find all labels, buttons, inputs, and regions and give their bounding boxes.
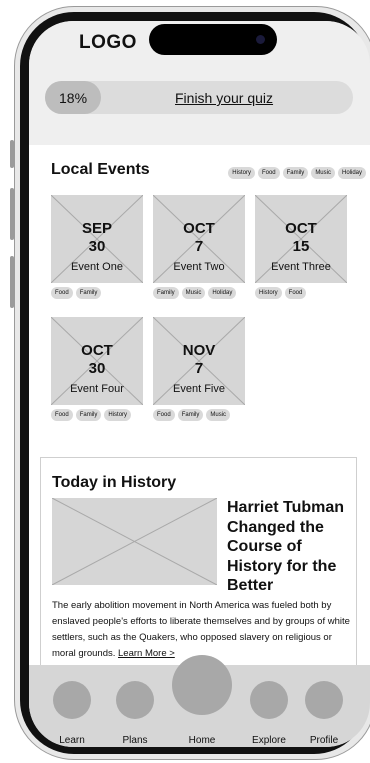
home-icon	[172, 655, 232, 715]
event-name: Event Five	[173, 383, 225, 395]
nav-home[interactable]: Home	[172, 655, 232, 746]
event-day: 7	[194, 360, 204, 377]
filter-chip-food[interactable]: Food	[257, 167, 280, 179]
event-month: OCT	[183, 220, 215, 237]
event-tags: Food Family	[51, 287, 102, 299]
event-tag: Music	[181, 287, 206, 299]
event-month: NOV	[182, 342, 216, 359]
event-tags: Food Family Music	[153, 409, 231, 421]
event-tag: Food	[284, 287, 307, 299]
filter-chip-holiday[interactable]: Holiday	[337, 167, 366, 179]
top-bar: LOGO 18% Finish your quiz	[29, 21, 370, 141]
nav-label: Plans	[122, 735, 148, 746]
event-card[interactable]: NOV 7 Event Five	[153, 317, 245, 405]
learn-more-link[interactable]: Learn More >	[118, 648, 175, 659]
event-tag: Food	[153, 409, 175, 421]
bottom-nav: Learn Plans Home Explore Profile	[29, 655, 370, 747]
nav-explore[interactable]: Explore	[250, 681, 288, 746]
event-tags: History Food	[255, 287, 307, 299]
event-tag: History	[104, 409, 132, 421]
volume-up-button	[10, 188, 14, 240]
history-headline: Harriet Tubman Changed the Course of His…	[227, 499, 345, 594]
explore-icon	[250, 681, 288, 719]
event-card[interactable]: OCT 15 Event Three	[255, 195, 347, 283]
event-day: 30	[88, 360, 106, 377]
plans-icon	[116, 681, 154, 719]
quiz-progress-percent: 18%	[59, 90, 88, 106]
local-events-title: Local Events	[51, 161, 150, 178]
event-tag: Family	[75, 287, 102, 299]
profile-icon	[305, 681, 343, 719]
event-day: 30	[88, 238, 106, 255]
filter-chip-music[interactable]: Music	[311, 167, 335, 179]
event-tag: Family	[177, 409, 204, 421]
event-day: 15	[292, 238, 310, 255]
nav-label: Explore	[252, 735, 286, 746]
filter-chip-family[interactable]: Family	[282, 167, 309, 179]
app-logo: LOGO	[79, 32, 137, 53]
quiz-progress-bar[interactable]: 18% Finish your quiz	[45, 81, 353, 114]
event-month: OCT	[81, 342, 113, 359]
nav-plans[interactable]: Plans	[116, 681, 154, 746]
event-name: Event One	[71, 261, 123, 273]
today-in-history-card: Today in History Harriet Tubman Changed …	[40, 457, 357, 669]
event-name: Event Three	[271, 261, 331, 273]
volume-down-button	[10, 256, 14, 308]
event-card[interactable]: OCT 30 Event Four	[51, 317, 143, 405]
history-body-text: The early abolition movement in North Am…	[52, 600, 350, 659]
event-card[interactable]: SEP 30 Event One	[51, 195, 143, 283]
nav-profile[interactable]: Profile	[305, 681, 343, 746]
dynamic-island	[149, 24, 277, 55]
mute-switch	[10, 140, 14, 168]
main-content: Local Events History Food Family Music H…	[29, 145, 370, 669]
event-tag: Holiday	[208, 287, 237, 299]
event-day: 7	[194, 238, 204, 255]
history-image	[52, 498, 217, 585]
event-tag: Family	[153, 287, 179, 299]
event-tag: Family	[75, 409, 102, 421]
event-month: SEP	[81, 220, 112, 237]
event-tag: Food	[51, 409, 73, 421]
event-month: OCT	[285, 220, 317, 237]
event-filter-chips: History Food Family Music Holiday	[228, 167, 366, 179]
history-body: The early abolition movement in North Am…	[52, 598, 352, 662]
history-section-title: Today in History	[52, 474, 177, 491]
phone-screen: LOGO 18% Finish your quiz Local Events H…	[29, 21, 370, 747]
finish-quiz-link[interactable]: Finish your quiz	[175, 90, 273, 106]
event-tag: History	[255, 287, 282, 299]
event-name: Event Four	[70, 383, 124, 395]
learn-icon	[53, 681, 91, 719]
nav-label: Profile	[309, 735, 339, 746]
nav-label: Learn	[59, 735, 85, 746]
nav-label: Home	[188, 735, 216, 746]
event-name: Event Two	[173, 261, 225, 273]
event-tag: Food	[51, 287, 73, 299]
event-tag: Music	[206, 409, 231, 421]
event-card[interactable]: OCT 7 Event Two	[153, 195, 245, 283]
nav-learn[interactable]: Learn	[53, 681, 91, 746]
filter-chip-history[interactable]: History	[228, 167, 255, 179]
event-tags: Family Music Holiday	[153, 287, 237, 299]
camera-icon	[256, 35, 265, 44]
image-placeholder-icon	[52, 498, 217, 585]
event-tags: Food Family History	[51, 409, 132, 421]
